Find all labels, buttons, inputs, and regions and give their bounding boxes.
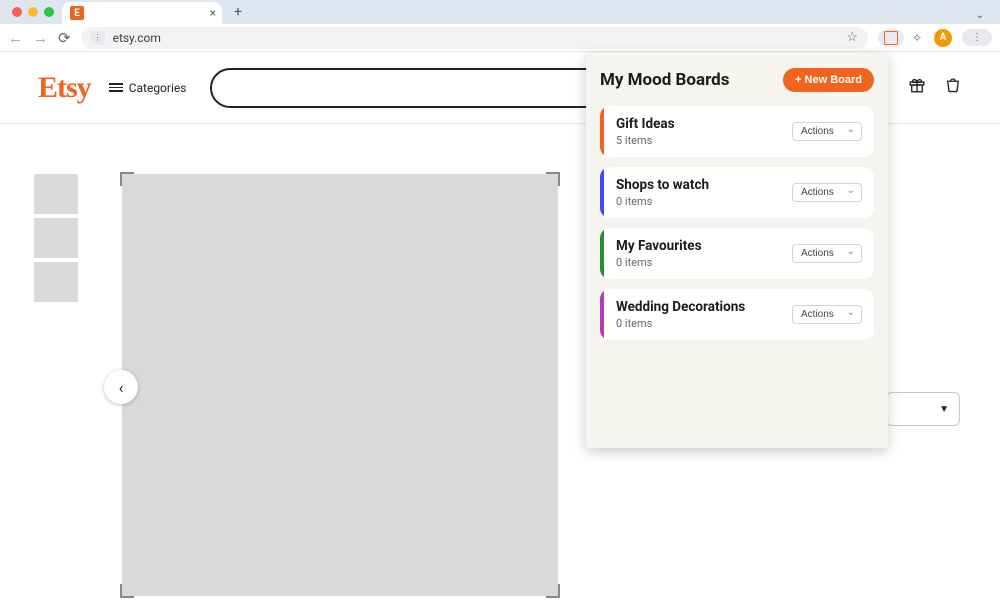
board-count: 0 items [616,317,745,330]
window-controls [6,3,62,21]
categories-button[interactable]: Categories [109,81,187,95]
browser-tab[interactable]: E × [62,2,222,24]
carousel-prev-button[interactable]: ‹ [104,370,138,404]
boards-list: Gift Ideas 5 items Actions Shops to watch 0 … [600,106,874,340]
board-info: My Favourites 0 items [616,238,702,269]
panel-title: My Mood Boards [600,70,729,90]
board-stripe [600,289,604,340]
close-tab-icon[interactable]: × [210,6,216,20]
board-info: Wedding Decorations 0 items [616,299,745,330]
board-info: Gift Ideas 5 items [616,116,675,147]
categories-label: Categories [129,81,187,95]
url-text: etsy.com [113,31,161,45]
crop-corner [120,584,134,598]
mood-boards-panel: My Mood Boards + New Board Gift Ideas 5 i… [586,52,888,448]
cart-icon[interactable] [944,76,962,99]
board-actions-dropdown[interactable]: Actions [792,183,862,202]
new-board-button[interactable]: + New Board [783,68,874,92]
board-count: 5 items [616,134,675,147]
new-tab-button[interactable]: + [228,2,248,22]
board-stripe [600,228,604,279]
board-item[interactable]: Gift Ideas 5 items Actions [600,106,874,157]
back-button[interactable]: ← [8,29,23,47]
thumbnail[interactable] [34,218,78,258]
crop-corner [120,172,134,186]
board-stripe [600,167,604,218]
board-name: Shops to watch [616,177,709,193]
extensions-menu-icon[interactable]: ✧ [910,31,924,45]
board-actions-dropdown[interactable]: Actions [792,244,862,263]
board-actions-dropdown[interactable]: Actions [792,305,862,324]
extensions-area: ✧ [878,29,924,47]
forward-button: → [33,29,48,47]
browser-toolbar: ← → ⟳ ⋮ etsy.com ☆ ✧ A ⋮ [0,24,1000,52]
board-item[interactable]: Shops to watch 0 items Actions [600,167,874,218]
page-content: Etsy Categories ‹ ▼ [0,52,1000,600]
main-image-container: ‹ [122,174,558,596]
thumbnail[interactable] [34,262,78,302]
board-count: 0 items [616,256,702,269]
thumbnail-list [34,174,78,596]
address-bar[interactable]: ⋮ etsy.com ☆ [81,27,868,49]
board-item[interactable]: Wedding Decorations 0 items Actions [600,289,874,340]
crop-corner [546,584,560,598]
browser-chrome: E × + ⌄ ← → ⟳ ⋮ etsy.com ☆ ✧ A ⋮ [0,0,1000,52]
board-count: 0 items [616,195,709,208]
tab-strip: E × + ⌄ [0,0,1000,24]
close-window-button[interactable] [12,7,22,17]
maximize-window-button[interactable] [44,7,54,17]
board-item[interactable]: My Favourites 0 items Actions [600,228,874,279]
board-name: My Favourites [616,238,702,254]
hamburger-icon [109,83,123,92]
bookmark-star-icon[interactable]: ☆ [846,30,858,45]
header-icons [908,76,962,99]
reload-button[interactable]: ⟳ [58,29,71,47]
extension-pill[interactable] [878,29,904,47]
variant-select[interactable]: ▼ [886,392,960,426]
chevron-down-icon[interactable]: ⌄ [976,10,984,21]
panel-header: My Mood Boards + New Board [600,68,874,92]
board-info: Shops to watch 0 items [616,177,709,208]
board-name: Wedding Decorations [616,299,745,315]
site-info-icon[interactable]: ⋮ [91,31,105,45]
crop-corner [546,172,560,186]
minimize-window-button[interactable] [28,7,38,17]
board-name: Gift Ideas [616,116,675,132]
gift-icon[interactable] [908,76,926,99]
extension-icon [884,31,898,45]
profile-avatar[interactable]: A [934,29,952,47]
etsy-logo[interactable]: Etsy [38,71,91,105]
thumbnail[interactable] [34,174,78,214]
browser-menu-button[interactable]: ⋮ [962,29,992,46]
board-actions-dropdown[interactable]: Actions [792,122,862,141]
board-stripe [600,106,604,157]
product-image[interactable] [122,174,558,596]
etsy-favicon: E [70,6,84,20]
